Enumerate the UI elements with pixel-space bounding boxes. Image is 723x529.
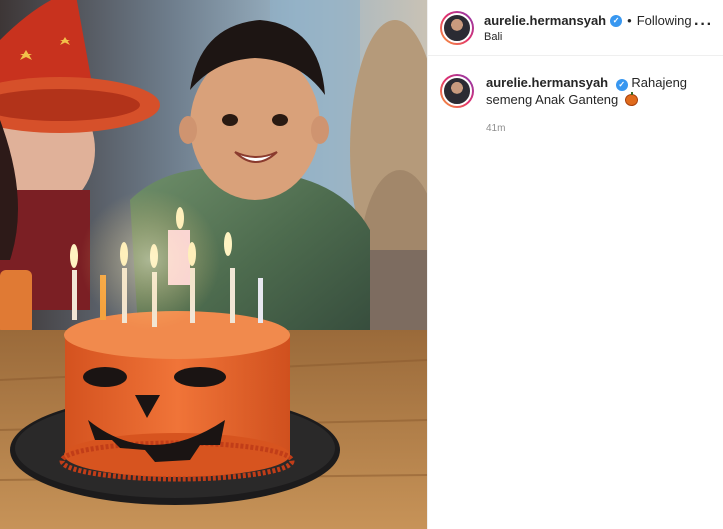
post-timestamp[interactable]: 41m — [486, 120, 701, 137]
verified-badge-icon: ✓ — [610, 14, 623, 27]
post-side-panel: aurelie.hermansyah ✓ • Following Bali ··… — [427, 0, 723, 529]
header-row: aurelie.hermansyah ✓ • Following — [484, 13, 692, 29]
post-photo[interactable] — [0, 0, 427, 529]
header-text: aurelie.hermansyah ✓ • Following Bali — [484, 13, 692, 43]
more-options-icon[interactable]: ··· — [694, 16, 713, 34]
caption-username-link[interactable]: aurelie.hermansyah — [486, 75, 608, 90]
caption-comment: aurelie.hermansyah ✓ Rahajeng semeng Ana… — [428, 56, 723, 137]
instagram-post-view: aurelie.hermansyah ✓ • Following Bali ··… — [0, 0, 723, 529]
caption-avatar[interactable] — [440, 74, 474, 108]
jack-o-lantern-icon — [624, 92, 638, 106]
caption-body: aurelie.hermansyah ✓ Rahajeng semeng Ana… — [486, 74, 701, 137]
username-link[interactable]: aurelie.hermansyah — [484, 13, 606, 29]
following-button[interactable]: Following — [637, 13, 692, 29]
birthday-photo-illustration — [0, 0, 427, 529]
separator-dot: • — [627, 12, 632, 28]
avatar[interactable] — [440, 10, 474, 45]
location-link[interactable]: Bali — [484, 31, 692, 43]
avatar-image — [442, 12, 472, 43]
post-header: aurelie.hermansyah ✓ • Following Bali ··… — [428, 0, 723, 56]
caption-avatar-image — [442, 76, 472, 106]
caption-verified-badge-icon: ✓ — [615, 78, 628, 91]
